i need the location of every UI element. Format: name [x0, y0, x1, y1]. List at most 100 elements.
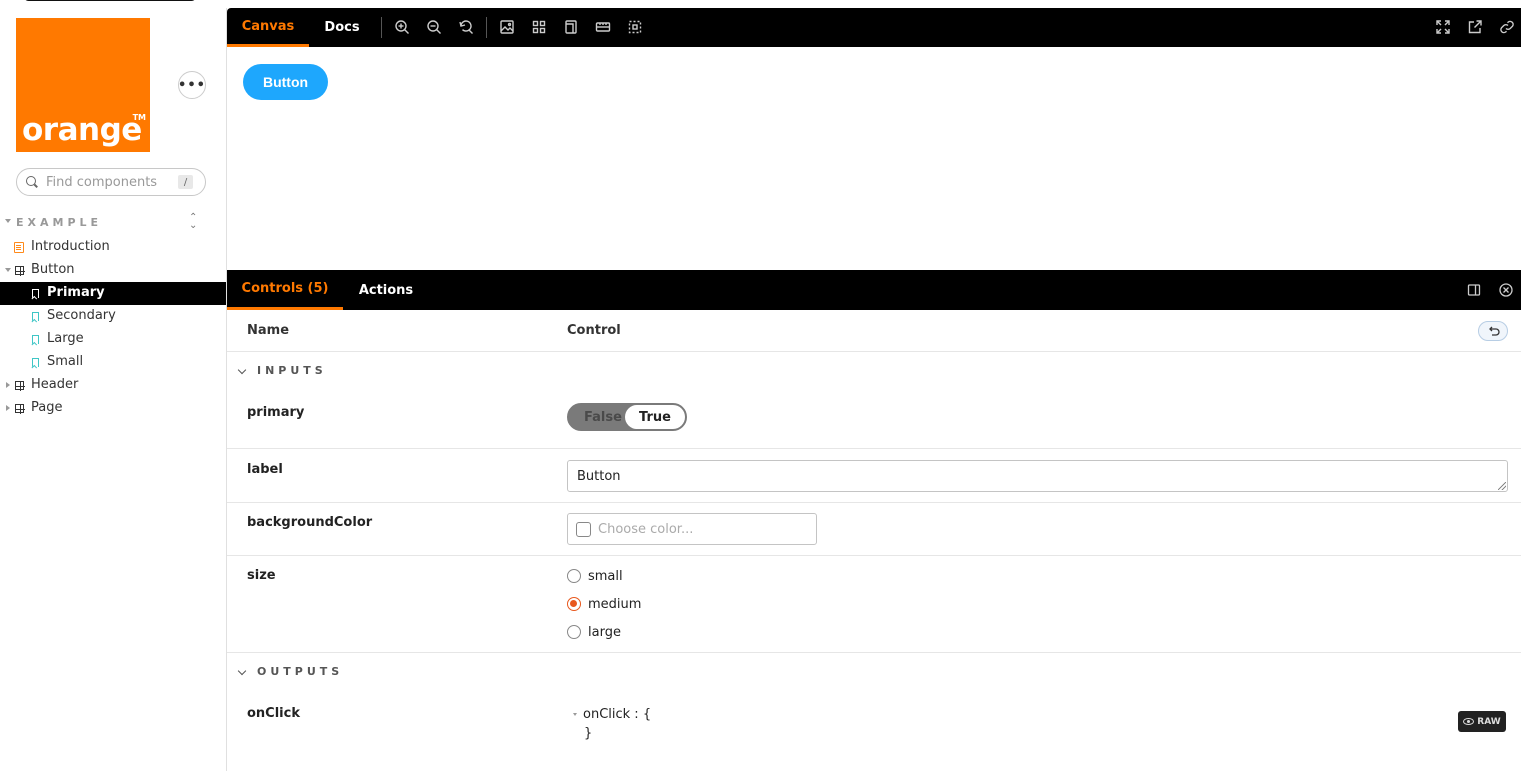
color-swatch[interactable] [576, 522, 591, 537]
bookmark-icon [32, 312, 39, 321]
sidebar-group-example[interactable]: EXAMPLE ⌃ ⌄ [0, 213, 226, 232]
radio-medium[interactable]: medium [567, 594, 641, 614]
sidebar-item-introduction[interactable]: Introduction [0, 236, 226, 259]
brand-logo-text: orange [22, 112, 142, 148]
component-icon [15, 381, 25, 391]
reset-zoom-icon[interactable] [458, 19, 474, 35]
sidebar-item-header[interactable]: Header [0, 374, 226, 397]
close-panel-icon[interactable] [1499, 283, 1513, 297]
raw-toggle-button[interactable]: RAW [1458, 711, 1506, 732]
top-scroll-bar [24, 0, 196, 1]
sidebar-item-large[interactable]: Large [0, 328, 226, 351]
expand-collapse-icon[interactable]: ⌃ ⌄ [189, 213, 197, 231]
copy-link-icon[interactable] [1499, 19, 1515, 35]
outline-icon[interactable] [627, 19, 643, 35]
eye-icon [1463, 718, 1475, 725]
toggle-true-option[interactable]: True [625, 405, 685, 429]
undo-icon [1488, 326, 1500, 336]
sidebar-item-secondary[interactable]: Secondary [0, 305, 226, 328]
object-close-line: } [584, 726, 593, 741]
preview-button[interactable]: Button [243, 64, 328, 100]
tab-docs[interactable]: Docs [315, 8, 369, 47]
viewport-icon[interactable] [563, 19, 579, 35]
sidebar-item-label: Button [31, 262, 75, 277]
caret-down-icon[interactable] [573, 713, 577, 716]
search-icon [26, 175, 39, 189]
background-icon[interactable] [499, 19, 515, 35]
control-row-onclick: onClick onClick : { } RAW [227, 693, 1521, 771]
open-new-tab-icon[interactable] [1467, 19, 1483, 35]
color-placeholder: Choose color... [598, 522, 694, 537]
object-inspector[interactable]: onClick : { } [573, 707, 651, 741]
grid-icon[interactable] [531, 19, 547, 35]
story-canvas: Button [227, 47, 1521, 270]
reset-controls-button[interactable] [1478, 321, 1508, 341]
radio-button-checked[interactable] [567, 597, 581, 611]
zoom-out-icon[interactable] [426, 19, 442, 35]
radio-label: large [588, 624, 621, 640]
section-label: OUTPUTS [257, 665, 344, 678]
label-text-input[interactable]: Button [567, 460, 1508, 492]
toggle-false-option[interactable]: False [584, 410, 622, 425]
sidebar-item-label: Large [47, 331, 84, 346]
caret-right-icon [6, 382, 10, 388]
sidebar-item-small[interactable]: Small [0, 351, 226, 374]
sidebar-item-label: Introduction [31, 239, 110, 254]
brand-logo[interactable]: orange TM [16, 18, 150, 152]
control-name: backgroundColor [247, 515, 373, 530]
caret-right-icon [6, 405, 10, 411]
section-inputs[interactable]: INPUTS [227, 352, 1521, 392]
sidebar-item-page[interactable]: Page [0, 397, 226, 420]
preview-toolbar: Canvas Docs [227, 8, 1521, 47]
measure-icon[interactable] [595, 19, 611, 35]
control-row-label: label Button [227, 450, 1521, 503]
radio-label: small [588, 568, 623, 584]
addon-tabbar: Controls (5) Actions [227, 270, 1521, 310]
sidebar-item-primary[interactable]: Primary [0, 282, 226, 305]
tab-canvas[interactable]: Canvas [227, 8, 309, 47]
zoom-in-icon[interactable] [394, 19, 410, 35]
control-row-backgroundcolor: backgroundColor Choose color... [227, 503, 1521, 556]
column-header-control: Control [567, 323, 621, 338]
object-open-line: onClick : { [583, 707, 652, 722]
radio-button[interactable] [567, 625, 581, 639]
radio-large[interactable]: large [567, 622, 621, 642]
sidebar: orange TM ••• / EXAMPLE ⌃⌄ Introduction … [0, 0, 226, 771]
search-shortcut-badge: / [178, 175, 193, 189]
radio-button[interactable] [567, 569, 581, 583]
radio-small[interactable]: small [567, 566, 623, 586]
section-label: INPUTS [257, 364, 327, 377]
tab-controls[interactable]: Controls (5) [227, 270, 343, 310]
component-icon [15, 404, 25, 414]
control-row-primary: primary False True [227, 392, 1521, 449]
resize-handle-icon[interactable] [1498, 482, 1506, 490]
section-outputs[interactable]: OUTPUTS [227, 653, 1521, 693]
toolbar-divider [381, 17, 382, 38]
caret-down-icon [5, 268, 11, 272]
sidebar-item-label: Header [31, 377, 79, 392]
search-input[interactable] [46, 174, 176, 190]
sidebar-item-label: Page [31, 400, 63, 415]
toolbar-divider [486, 17, 487, 38]
control-name: primary [247, 405, 305, 420]
sidebar-group-label: EXAMPLE [16, 216, 103, 229]
main-panel: Canvas Docs Button Controls (5) Actions … [226, 8, 1521, 771]
ellipsis-icon: ••• [178, 77, 206, 93]
control-name: onClick [247, 706, 300, 721]
boolean-toggle[interactable]: False True [567, 403, 687, 431]
more-options-button[interactable]: ••• [178, 71, 206, 99]
chevron-down-icon [237, 666, 247, 676]
fullscreen-icon[interactable] [1435, 19, 1451, 35]
tab-actions[interactable]: Actions [351, 270, 421, 310]
panel-orientation-icon[interactable] [1467, 283, 1481, 297]
sidebar-item-label: Secondary [47, 308, 116, 323]
bookmark-icon [32, 358, 39, 367]
control-name: size [247, 568, 276, 583]
color-picker-input[interactable]: Choose color... [567, 513, 817, 545]
bookmark-icon [32, 335, 39, 344]
search-box[interactable]: / [16, 168, 206, 196]
bookmark-icon [32, 289, 39, 298]
control-name: label [247, 462, 283, 477]
component-icon [15, 266, 25, 276]
sidebar-item-button[interactable]: Button [0, 259, 226, 282]
